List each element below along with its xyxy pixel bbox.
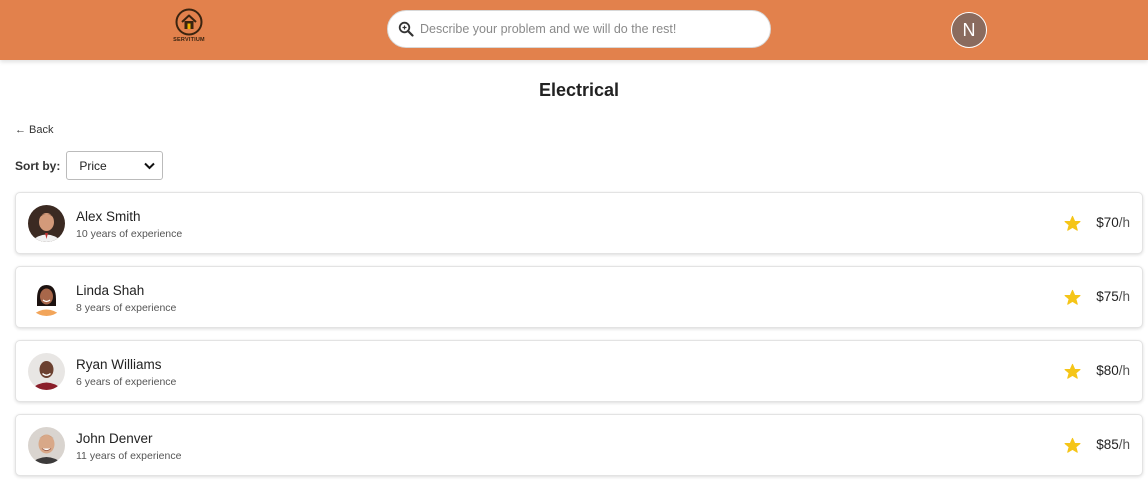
worker-price: $85/h [1096,437,1130,452]
worker-price: $70/h [1096,215,1130,230]
worker-avatar [28,427,65,464]
worker-experience: 10 years of experience [76,228,183,240]
price-value: $75 [1096,289,1119,304]
price-value: $70 [1096,215,1119,230]
user-avatar[interactable]: N [951,12,987,48]
worker-avatar [28,205,65,242]
worker-experience: 11 years of experience [76,450,182,462]
search-bar[interactable] [387,10,771,48]
worker-card[interactable]: Alex Smith 10 years of experience $70/h [15,192,1143,254]
search-input[interactable] [420,22,750,36]
chevron-down-icon [144,159,156,173]
back-link[interactable]: ← Back [15,124,54,136]
worker-price: $80/h [1096,363,1130,378]
search-icon [397,20,415,38]
worker-card[interactable]: Ryan Williams 6 years of experience $80/… [15,340,1143,402]
worker-name: Linda Shah [76,283,145,298]
price-unit: /h [1118,437,1130,452]
top-bar: SERVITIUM N [0,0,1148,60]
worker-name: Alex Smith [76,209,141,224]
worker-experience: 6 years of experience [76,376,177,388]
star-icon [1064,437,1081,454]
star-icon [1064,363,1081,380]
logo-text: SERVITIUM [173,37,205,43]
price-value: $80 [1096,363,1119,378]
page-title: Electrical [538,80,620,100]
sort-value: Price [79,158,107,173]
price-unit: /h [1118,289,1130,304]
worker-price: $75/h [1096,289,1130,304]
price-value: $85 [1096,437,1119,452]
worker-avatar [28,279,65,316]
worker-name: Ryan Williams [76,357,162,372]
servitium-logo[interactable]: SERVITIUM [170,8,208,48]
worker-card[interactable]: Linda Shah 8 years of experience $75/h [15,266,1143,328]
star-icon [1064,215,1081,232]
house-logo-icon [175,8,203,36]
worker-experience: 8 years of experience [76,302,177,314]
worker-card[interactable]: John Denver 11 years of experience $85/h [15,414,1143,476]
worker-avatar [28,353,65,390]
sort-row: Sort by: Price [15,151,164,180]
sort-label: Sort by: [15,158,61,173]
price-unit: /h [1118,363,1130,378]
star-icon [1064,289,1081,306]
sort-select[interactable]: Price [66,151,164,180]
worker-name: John Denver [76,431,153,446]
price-unit: /h [1118,215,1130,230]
